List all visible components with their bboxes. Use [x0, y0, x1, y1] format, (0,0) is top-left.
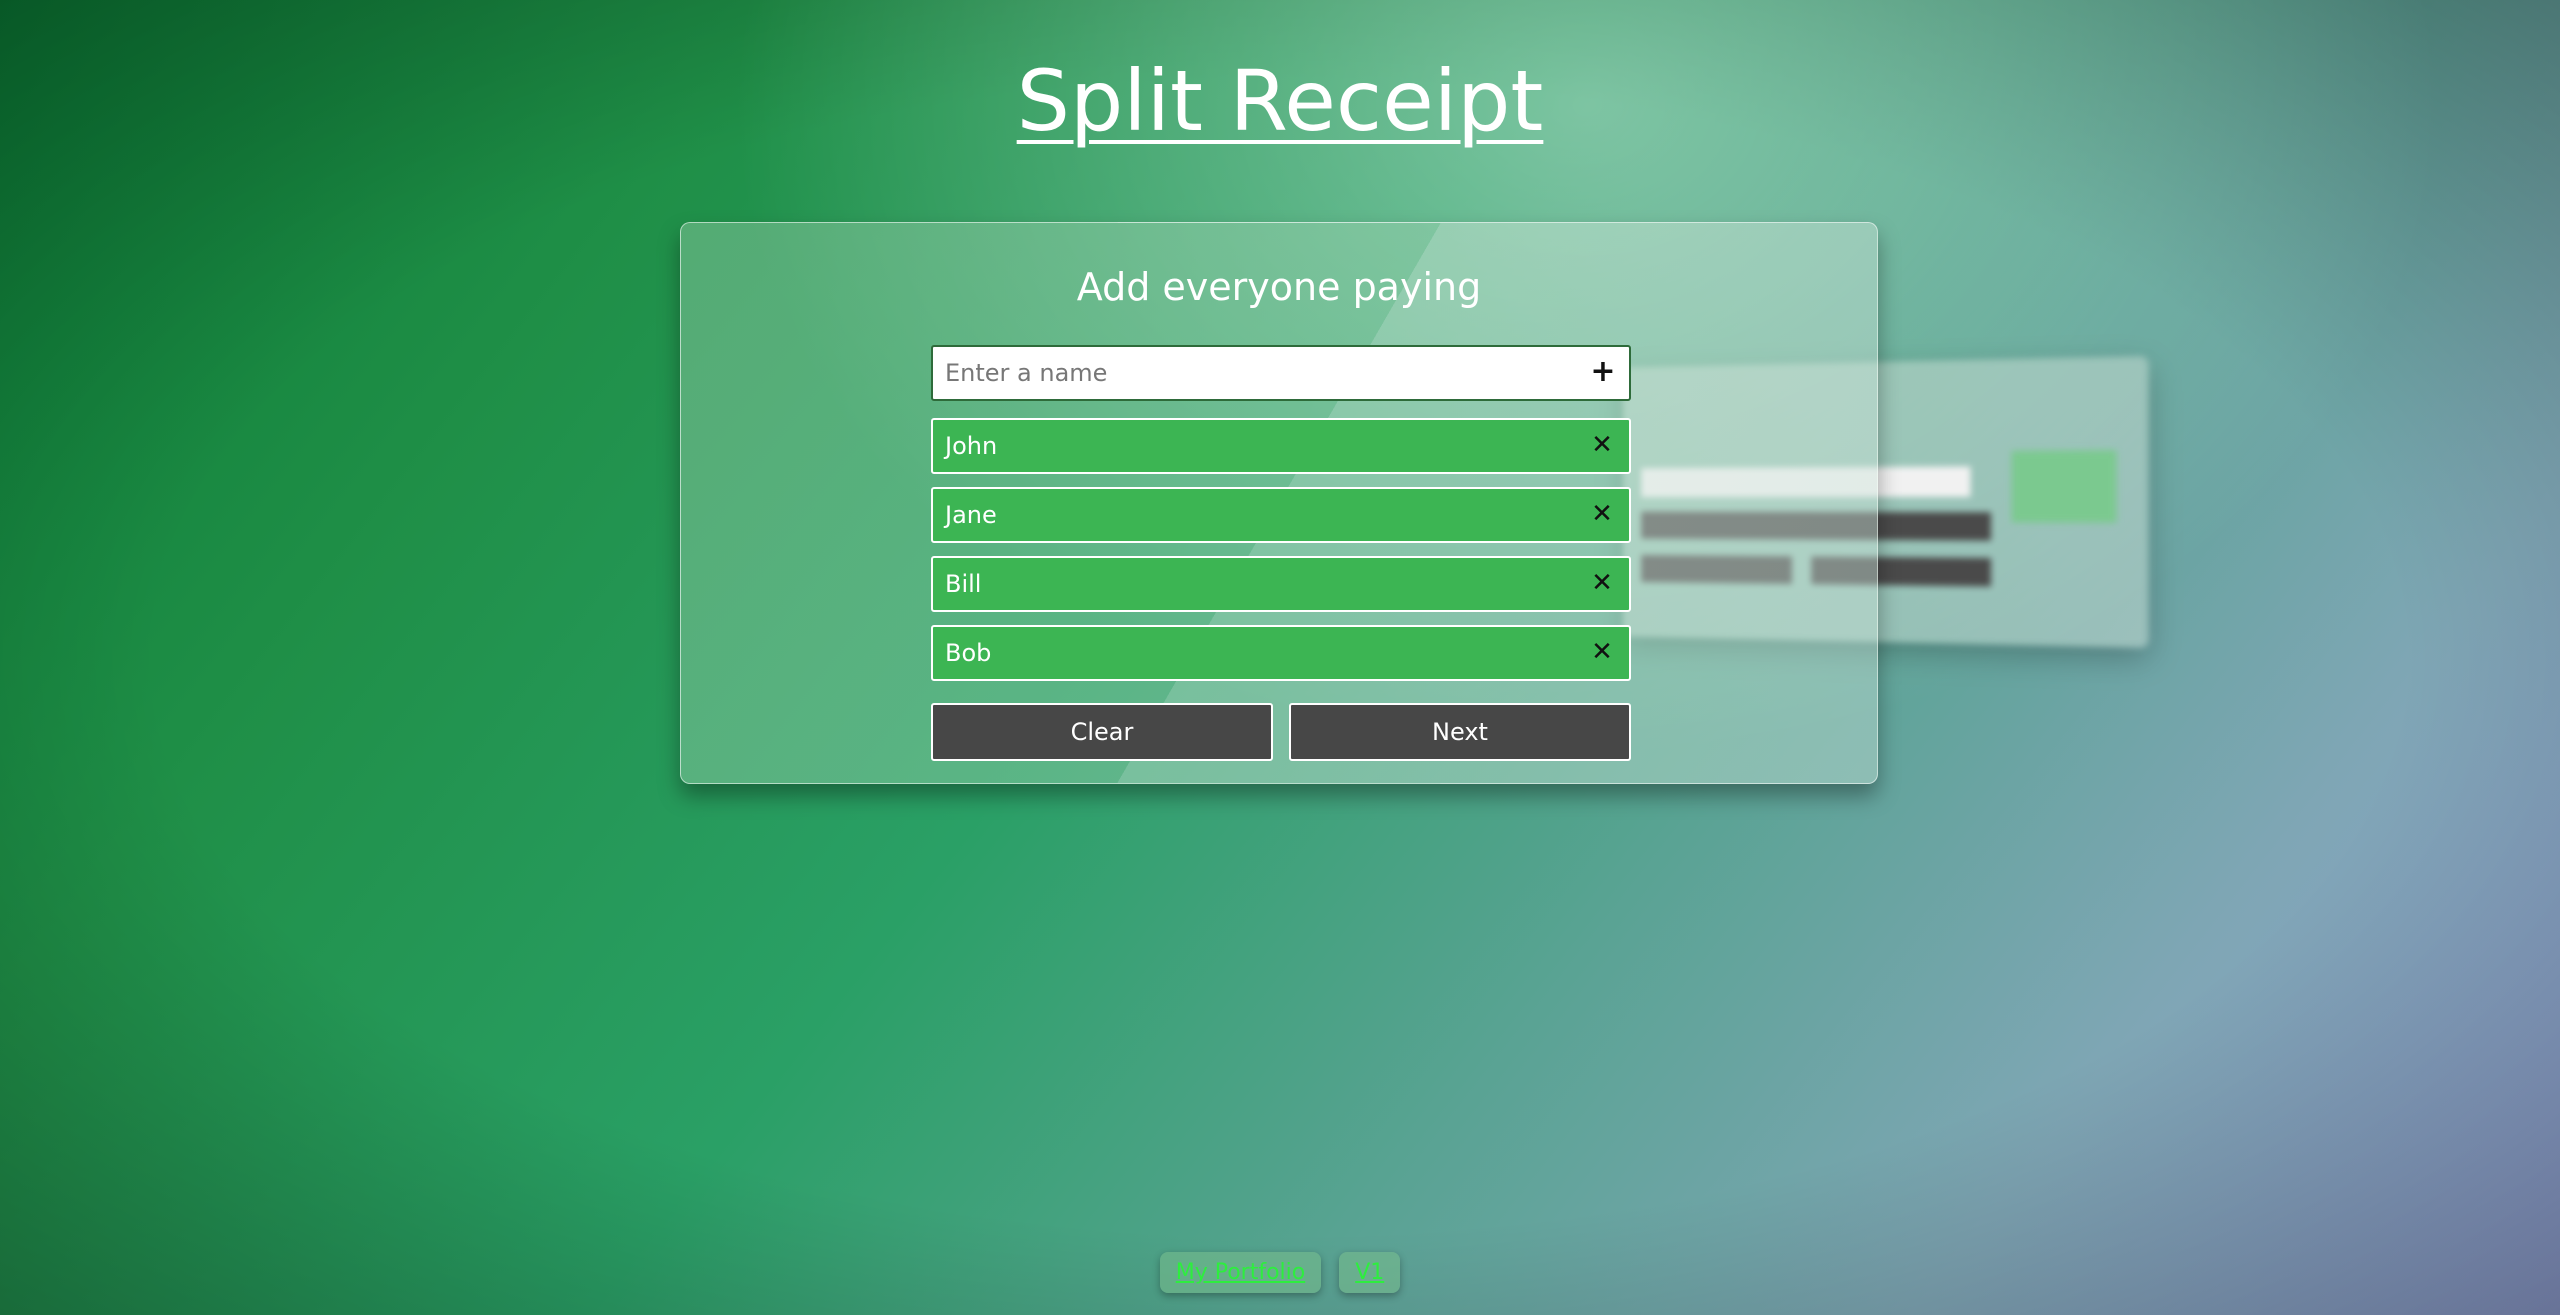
person-item-john: John ✕ [931, 418, 1631, 474]
close-icon: ✕ [1591, 430, 1613, 460]
portfolio-link[interactable]: My Portfolio [1159, 1252, 1322, 1293]
person-name: Bob [945, 639, 992, 667]
close-icon: ✕ [1591, 637, 1613, 667]
clear-button[interactable]: Clear [931, 703, 1273, 761]
person-item-bob: Bob ✕ [931, 625, 1631, 681]
name-input-container: + [931, 345, 1631, 401]
remove-person-button[interactable]: ✕ [1587, 430, 1617, 460]
person-name: John [945, 432, 998, 460]
add-name-button[interactable]: + [1587, 356, 1619, 388]
plus-icon: + [1590, 354, 1616, 389]
close-icon: ✕ [1591, 499, 1613, 529]
remove-person-button[interactable]: ✕ [1587, 499, 1617, 529]
name-input[interactable] [933, 347, 1573, 399]
version-link[interactable]: V1 [1339, 1252, 1401, 1293]
person-item-jane: Jane ✕ [931, 487, 1631, 543]
remove-person-button[interactable]: ✕ [1587, 568, 1617, 598]
card-heading: Add everyone paying [1076, 265, 1482, 309]
person-name: Bill [945, 570, 982, 598]
person-item-bill: Bill ✕ [931, 556, 1631, 612]
next-button[interactable]: Next [1289, 703, 1631, 761]
page-title: Split Receipt [1016, 52, 1544, 150]
preview-decoration [2011, 450, 2117, 523]
payers-card: Add everyone paying + John ✕ Jane ✕ Bill… [680, 222, 1878, 784]
close-icon: ✕ [1591, 568, 1613, 598]
remove-person-button[interactable]: ✕ [1587, 637, 1617, 667]
person-name: Jane [945, 501, 997, 529]
footer: My Portfolio V1 [0, 1252, 2560, 1293]
